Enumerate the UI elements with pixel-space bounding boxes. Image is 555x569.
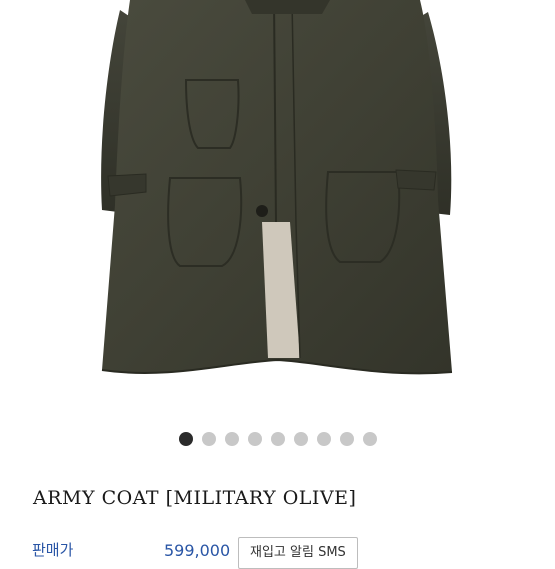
carousel-dot-3[interactable] xyxy=(224,432,239,446)
carousel-dot-2[interactable] xyxy=(201,432,216,446)
army-coat-photo xyxy=(101,0,453,375)
carousel-dot-9[interactable] xyxy=(362,432,377,446)
carousel-dot-8[interactable] xyxy=(339,432,354,446)
image-carousel-dots xyxy=(0,432,555,446)
carousel-dot-1[interactable] xyxy=(178,432,193,446)
price-label: 판매가 xyxy=(32,541,74,559)
product-title: ARMY COAT [MILITARY OLIVE] xyxy=(33,487,357,509)
product-image xyxy=(0,0,555,405)
carousel-dot-4[interactable] xyxy=(247,432,262,446)
price-value: 599,000 xyxy=(164,541,231,560)
restock-sms-button[interactable]: 재입고 알림 SMS xyxy=(238,537,358,569)
carousel-dot-5[interactable] xyxy=(270,432,285,446)
carousel-dot-7[interactable] xyxy=(316,432,331,446)
carousel-dot-6[interactable] xyxy=(293,432,308,446)
